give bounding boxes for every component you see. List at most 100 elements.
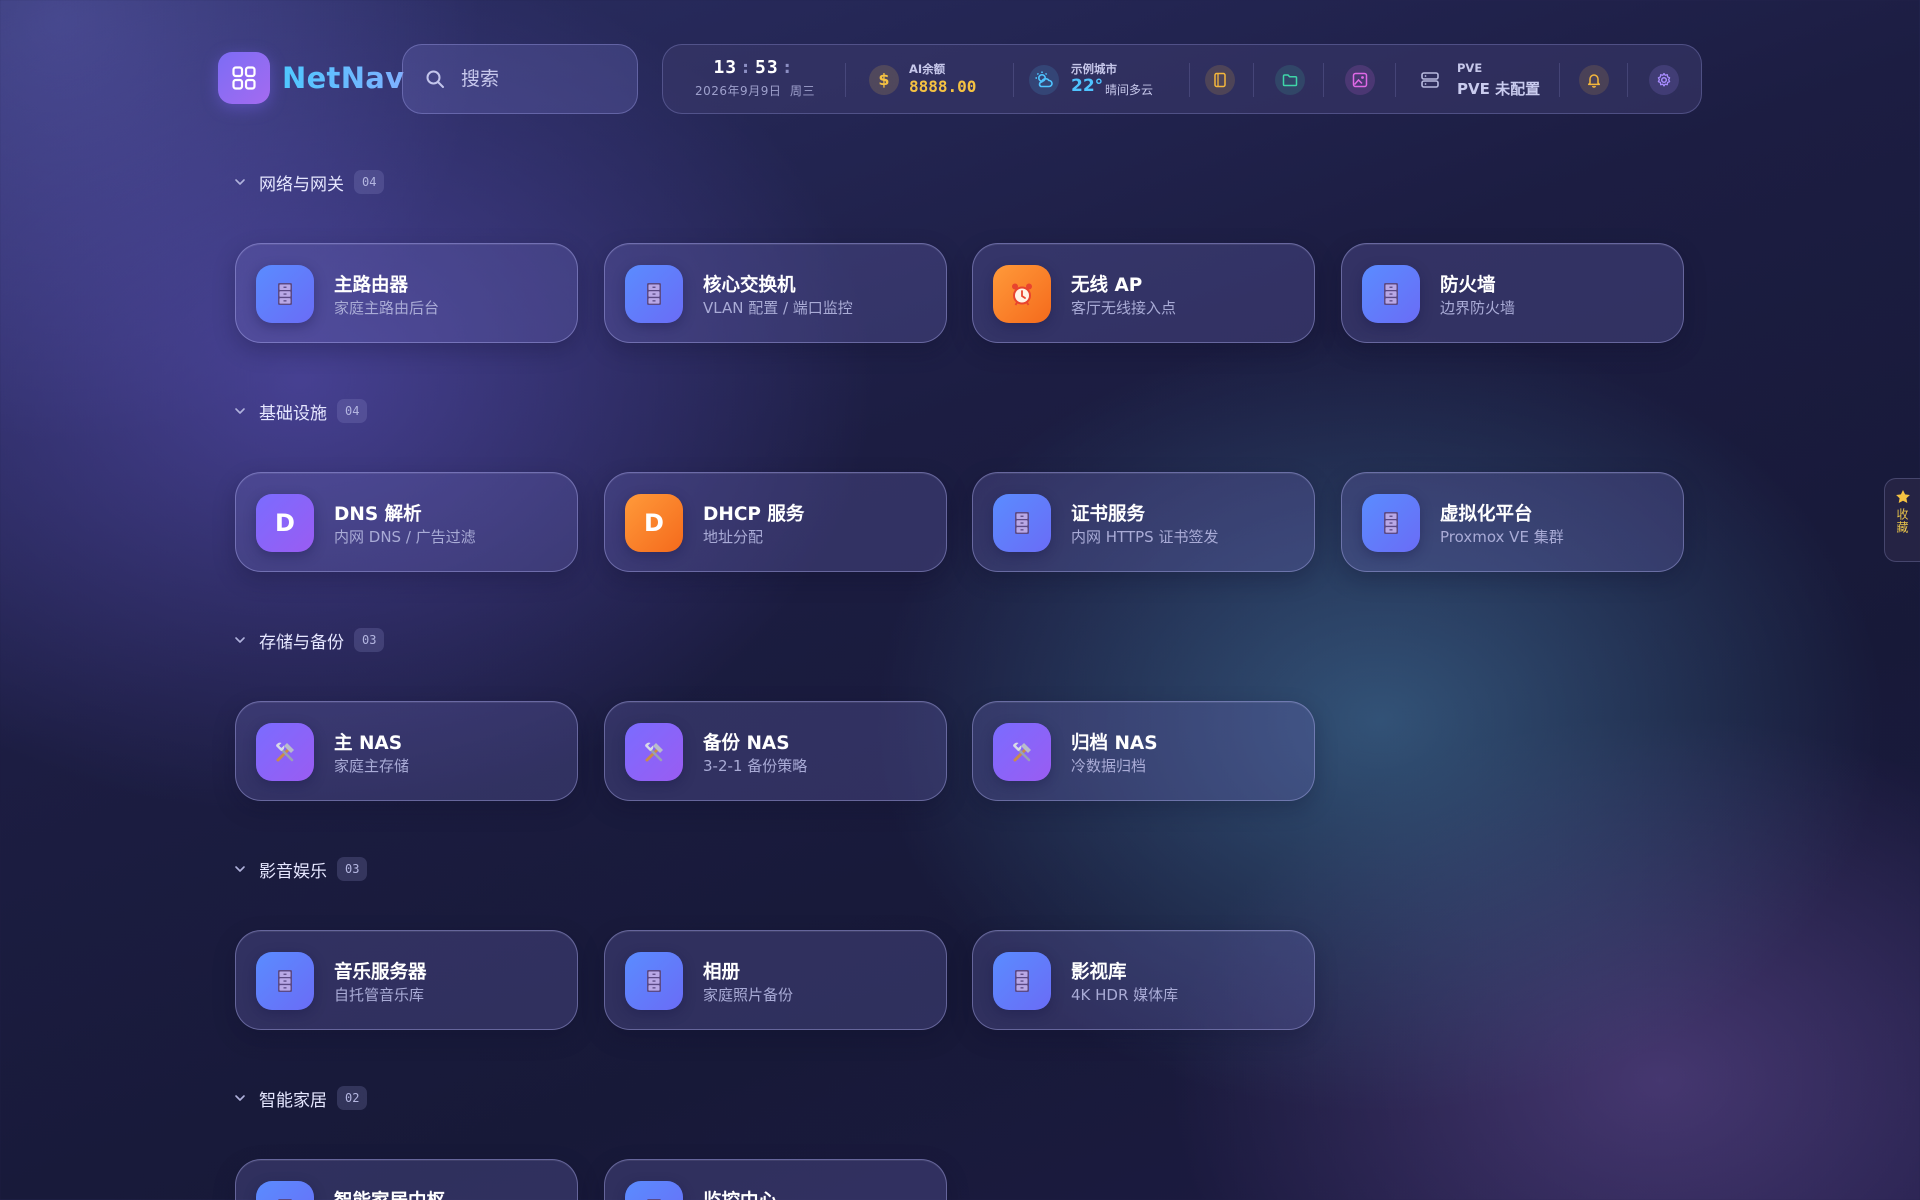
cabinet-icon bbox=[1015, 512, 1029, 534]
cabinet-icon bbox=[278, 283, 292, 305]
card-icon bbox=[993, 494, 1051, 552]
clock-date: 2026年9月9日 bbox=[695, 84, 782, 98]
tools-icon bbox=[1013, 742, 1031, 762]
search-box[interactable] bbox=[402, 44, 638, 114]
chevron-down-icon[interactable] bbox=[233, 862, 247, 876]
weather-icon[interactable] bbox=[1029, 65, 1059, 95]
service-card[interactable]: 主路由器家庭主路由后台 bbox=[235, 243, 578, 343]
section-header[interactable]: 影音娱乐 03 bbox=[233, 857, 368, 882]
image-icon[interactable] bbox=[1345, 65, 1375, 95]
section-header[interactable]: 网络与网关 04 bbox=[233, 170, 385, 195]
notes-icon[interactable] bbox=[1205, 65, 1235, 95]
section-title: 智能家居 bbox=[259, 1090, 327, 1111]
card-title: 影视库 bbox=[1071, 962, 1127, 983]
service-card[interactable]: 防火墙 边界防火墙 bbox=[1341, 243, 1684, 343]
pve-label: PVE bbox=[1457, 61, 1483, 75]
service-card[interactable]: 影视库 4K HDR 媒体库 bbox=[972, 930, 1315, 1030]
service-card[interactable]: 智能家居中枢 bbox=[235, 1159, 578, 1200]
favorites-label: 收藏 bbox=[1895, 508, 1909, 534]
cabinet-icon bbox=[647, 283, 661, 305]
service-card[interactable]: 证书服务内网 HTTPS 证书签发 bbox=[972, 472, 1315, 572]
card-subtitle: 客厅无线接入点 bbox=[1071, 299, 1177, 317]
chevron-down-icon[interactable] bbox=[233, 633, 247, 647]
section-count-badge: 02 bbox=[337, 1086, 368, 1110]
service-card[interactable]: D DHCP 服务 地址分配 bbox=[604, 472, 947, 572]
search-input[interactable] bbox=[461, 68, 621, 90]
ai-balance-label: AI余额 bbox=[909, 62, 946, 76]
cabinet-icon bbox=[1384, 512, 1398, 534]
svg-text:$: $ bbox=[878, 71, 889, 89]
weather-city: 示例城市 bbox=[1071, 62, 1117, 76]
chevron-down-icon[interactable] bbox=[233, 175, 247, 189]
section-header[interactable]: 基础设施 04 bbox=[233, 399, 368, 424]
card-title: 主 NAS bbox=[334, 733, 403, 754]
clock-time: 13:53: bbox=[713, 57, 794, 78]
gear-icon[interactable] bbox=[1649, 65, 1679, 95]
card-icon bbox=[256, 265, 314, 323]
service-card[interactable]: 归档 NAS 冷数据归档 bbox=[972, 701, 1315, 801]
card-subtitle: Proxmox VE 集群 bbox=[1440, 528, 1564, 546]
card-icon bbox=[625, 1181, 683, 1200]
card-title: 核心交换机 bbox=[703, 275, 796, 296]
section-header[interactable]: 存储与备份 03 bbox=[233, 628, 385, 653]
card-subtitle: 内网 HTTPS 证书签发 bbox=[1071, 528, 1219, 546]
card-title: 归档 NAS bbox=[1071, 733, 1158, 754]
bell-icon[interactable] bbox=[1579, 65, 1609, 95]
section-count-badge: 03 bbox=[354, 628, 385, 652]
service-card[interactable]: 主 NAS 家庭主存储 bbox=[235, 701, 578, 801]
card-title: 智能家居中枢 bbox=[334, 1187, 445, 1200]
card-icon: D bbox=[256, 494, 314, 552]
alarm-clock-icon bbox=[1012, 283, 1032, 306]
chevron-down-icon[interactable] bbox=[233, 1091, 247, 1105]
card-subtitle: 4K HDR 媒体库 bbox=[1071, 986, 1179, 1004]
section-count-badge: 04 bbox=[337, 399, 368, 423]
card-subtitle: 地址分配 bbox=[703, 528, 764, 546]
service-card[interactable]: D DNS 解析 内网 DNS / 广告过滤 bbox=[235, 472, 578, 572]
app-name: NetNav bbox=[282, 58, 404, 98]
card-title: 无线 AP bbox=[1071, 275, 1143, 296]
card-title: 监控中心 bbox=[703, 1187, 777, 1200]
cabinet-icon bbox=[1384, 283, 1398, 305]
card-title: 相册 bbox=[703, 962, 741, 983]
clock-date-line: 2026年9月9日 周三 bbox=[691, 82, 819, 99]
service-card[interactable]: 无线 AP 客厅无线接入点 bbox=[972, 243, 1315, 343]
service-card[interactable]: 监控中心 bbox=[604, 1159, 947, 1200]
divider bbox=[845, 63, 846, 97]
card-subtitle: 3-2-1 备份策略 bbox=[703, 757, 808, 775]
card-subtitle: 冷数据归档 bbox=[1071, 757, 1147, 775]
service-card[interactable]: 核心交换机 VLAN 配置 / 端口监控 bbox=[604, 243, 947, 343]
card-icon bbox=[256, 1181, 314, 1200]
app-logo[interactable] bbox=[218, 52, 270, 104]
section-count-badge: 03 bbox=[337, 857, 368, 881]
card-icon bbox=[993, 265, 1051, 323]
service-card[interactable]: 音乐服务器 自托管音乐库 bbox=[235, 930, 578, 1030]
section-title: 存储与备份 bbox=[259, 632, 344, 653]
service-card[interactable]: 虚拟化平台 Proxmox VE 集群 bbox=[1341, 472, 1684, 572]
card-title: 主路由器 bbox=[334, 275, 409, 296]
search-icon bbox=[426, 70, 444, 88]
weather-temp: 22° bbox=[1071, 76, 1104, 96]
service-card[interactable]: 相册 家庭照片备份 bbox=[604, 930, 947, 1030]
card-title: 证书服务 bbox=[1071, 504, 1146, 525]
grid-icon bbox=[232, 66, 256, 90]
chevron-down-icon[interactable] bbox=[233, 404, 247, 418]
card-subtitle: 边界防火墙 bbox=[1440, 299, 1516, 317]
card-subtitle: 家庭主路由后台 bbox=[334, 299, 440, 317]
clock-weekday: 周三 bbox=[789, 84, 815, 98]
card-icon bbox=[993, 952, 1051, 1010]
letter-d-icon: D bbox=[275, 509, 295, 537]
clock-hour: 13 bbox=[713, 57, 738, 78]
card-icon: D bbox=[625, 494, 683, 552]
pve-status: PVE 未配置 bbox=[1457, 80, 1541, 98]
clock-minute: 53 bbox=[755, 57, 779, 78]
card-icon bbox=[256, 952, 314, 1010]
card-icon bbox=[625, 265, 683, 323]
divider bbox=[1323, 63, 1324, 97]
service-card[interactable]: 备份 NAS 3-2-1 备份策略 bbox=[604, 701, 947, 801]
card-title: DHCP 服务 bbox=[703, 504, 805, 525]
section-header[interactable]: 智能家居 02 bbox=[233, 1086, 368, 1111]
card-title: 防火墙 bbox=[1440, 275, 1496, 296]
folder-icon[interactable] bbox=[1275, 65, 1305, 95]
favorites-tab[interactable]: 收藏 bbox=[1884, 478, 1920, 562]
section-title: 影音娱乐 bbox=[259, 861, 327, 882]
